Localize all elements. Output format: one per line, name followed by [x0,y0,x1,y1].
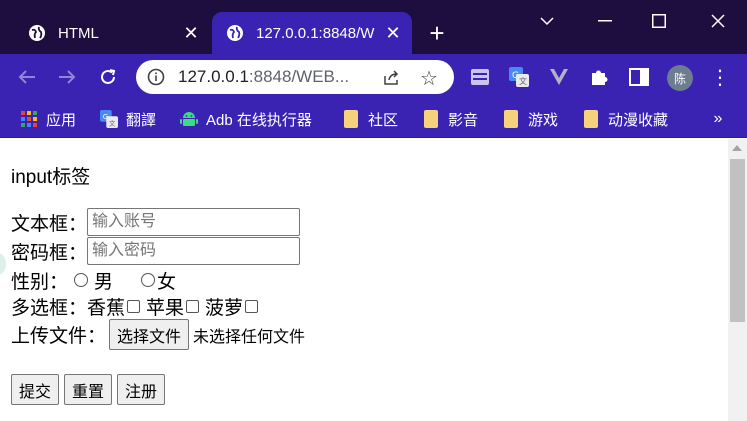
bookmark-folder-media[interactable]: 影音 [422,107,478,131]
globe-icon [226,24,244,42]
url-path: :8848/WEB... [248,67,350,86]
tab-local-page[interactable]: 127.0.0.1:8848/W ✕ [212,12,412,54]
extensions-puzzle-icon[interactable] [587,65,611,89]
minimize-icon[interactable] [590,6,620,36]
bookmark-translate[interactable]: G文 翻譯 [100,107,156,131]
bookmark-label: Adb 在线执行器 [206,111,312,129]
url-text[interactable]: 127.0.0.1:8848/WEB... [178,67,368,87]
hobby-checkbox-banana[interactable] [127,299,141,313]
bookmark-label: 游戏 [528,111,559,129]
more-menu-icon[interactable]: ⋮ [708,65,732,89]
password-label: 密码框： [11,242,88,264]
bookmark-folder-anime[interactable]: 动漫收藏 [582,107,668,131]
url-host: 127.0.0.1 [178,67,249,86]
folder-icon [502,110,520,128]
browser-toolbar: 127.0.0.1:8848/WEB... ☆ G文 陈 ⋮ [0,54,747,100]
forward-arrow-icon[interactable] [52,62,82,92]
bookmark-apps[interactable]: 应用 [20,107,76,131]
folder-icon [422,110,440,128]
no-file-status: 未选择任何文件 [193,328,306,346]
gender-option-male: 男 [94,271,114,293]
bookmark-folder-games[interactable]: 游戏 [502,107,558,131]
hobby-option-banana: 香蕉 [87,297,126,319]
vertical-scrollbar[interactable] [728,139,747,421]
form-actions-row: 提交 重置 注册 [11,374,166,405]
username-row: 文本框： [11,208,301,236]
folder-icon [582,110,600,128]
username-input[interactable] [87,208,301,236]
scroll-up-arrow-icon[interactable] [732,145,742,151]
side-tab-decoration [0,253,6,275]
vue-devtools-icon[interactable] [547,65,571,89]
page-viewport: input标签 文本框： 密码框： 性别： 男 女 多选框： 香蕉 苹果 菠萝 … [0,139,747,421]
register-button[interactable]: 注册 [117,374,166,405]
hobbies-row: 多选框： 香蕉 苹果 菠萝 [11,292,264,320]
tab-strip: HTML ✕ 127.0.0.1:8848/W ✕ + [0,0,747,54]
globe-icon [28,24,46,42]
address-bar[interactable]: 127.0.0.1:8848/WEB... ☆ [136,60,454,94]
bookmark-folder-community[interactable]: 社区 [342,107,398,131]
hobby-option-apple: 苹果 [146,297,185,319]
bookmark-label: 影音 [448,111,479,129]
tab-title: 127.0.0.1:8848/W [256,24,375,42]
page-heading: input标签 [11,167,91,188]
gender-row: 性别： 男 女 [11,266,176,294]
maximize-icon[interactable] [644,6,674,36]
bookmark-label: 动漫收藏 [608,111,669,129]
profile-avatar[interactable]: 陈 [667,65,693,91]
tab-html[interactable]: HTML ✕ [14,12,210,54]
bookmark-star-icon[interactable]: ☆ [418,67,440,90]
gender-option-female: 女 [157,271,177,293]
apps-grid-icon [20,110,38,128]
svg-text:文: 文 [109,118,116,127]
back-arrow-icon[interactable] [12,62,42,92]
choose-file-button[interactable]: 选择文件 [109,319,190,350]
hobby-option-pineapple: 菠萝 [205,297,244,319]
gender-label: 性别： [11,271,69,293]
gender-radio-male[interactable] [74,273,89,287]
reading-list-icon[interactable] [468,65,492,89]
bookmarks-overflow-icon[interactable]: » [708,107,728,131]
upload-row: 上传文件： 选择文件 未选择任何文件 [11,319,305,350]
submit-button[interactable]: 提交 [11,374,60,405]
password-row: 密码框： [11,237,301,265]
bookmark-label: 应用 [46,111,77,129]
bookmark-adb[interactable]: Adb 在线执行器 [180,107,312,131]
site-info-icon[interactable] [146,67,166,87]
hobbies-label: 多选框： [11,297,88,319]
upload-label: 上传文件： [11,326,107,347]
bookmark-label: 社区 [368,111,399,129]
tab-search-chevron-icon[interactable] [532,6,562,36]
reset-button[interactable]: 重置 [64,374,113,405]
translate-icon: G文 [100,110,118,128]
hobby-checkbox-apple[interactable] [186,299,200,313]
android-icon [180,110,198,128]
scrollbar-thumb[interactable] [730,159,745,322]
bookmarks-bar: 应用 G文 翻譯 Adb 在线执行器 社区 影音 游戏 动漫收藏 » [0,100,747,138]
folder-icon [342,110,360,128]
close-icon[interactable]: ✕ [382,22,404,44]
google-translate-icon[interactable]: G文 [507,65,531,89]
close-icon[interactable]: ✕ [180,22,202,44]
tab-title: HTML [58,24,99,42]
share-icon[interactable] [380,67,402,89]
new-tab-button[interactable]: + [422,18,452,48]
gender-radio-female[interactable] [141,273,156,287]
password-input[interactable] [87,237,301,265]
bookmark-label: 翻譯 [126,111,157,129]
hobby-checkbox-pineapple[interactable] [245,299,259,313]
side-panel-icon[interactable] [627,65,651,89]
username-label: 文本框： [11,213,88,235]
svg-text:文: 文 [519,76,527,86]
reload-icon[interactable] [93,62,123,92]
window-close-icon[interactable] [703,6,733,36]
